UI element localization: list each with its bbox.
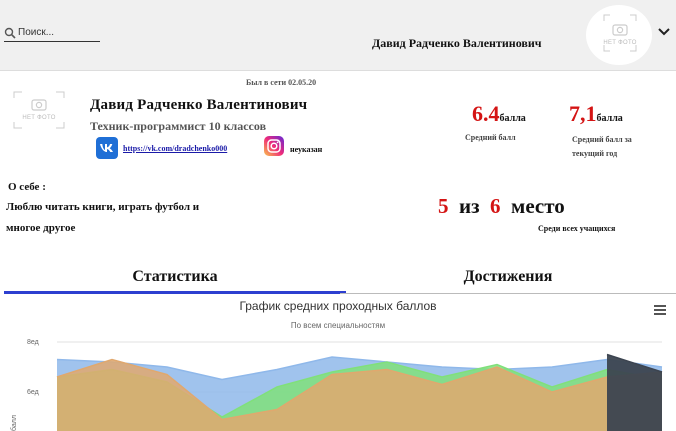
header-avatar[interactable]: НЕТ ФОТО xyxy=(586,5,652,65)
photo-frame-icon xyxy=(603,14,637,52)
search-input[interactable] xyxy=(18,25,98,39)
tab-achievements[interactable]: Достижения xyxy=(340,268,676,286)
chart-menu-icon[interactable] xyxy=(654,305,666,315)
current-year-score: 7,1балла xyxy=(569,101,623,127)
current-score-caption: Средний балл за текущий год xyxy=(572,135,632,158)
average-score: 6.4балла xyxy=(472,101,526,127)
average-score-unit: балла xyxy=(499,113,526,124)
search-box[interactable] xyxy=(4,25,100,42)
profile-name: Давид Радченко Валентинович xyxy=(90,97,308,113)
y-tick-label: 6ед xyxy=(27,389,39,396)
rank-display: 5 из 6 место xyxy=(438,194,565,219)
rank-total: 6 xyxy=(490,194,501,218)
instagram-icon[interactable] xyxy=(264,136,284,156)
header-user-name[interactable]: Давид Радченко Валентинович xyxy=(372,36,542,51)
about-text: Люблю читать книги, играть футбол и мног… xyxy=(6,201,200,234)
top-bar: Давид Радченко Валентинович НЕТ ФОТО xyxy=(0,0,676,71)
vk-profile-link[interactable]: https://vk.com/dradchenko000 xyxy=(123,144,227,153)
y-tick-label: 8ед xyxy=(27,339,39,346)
chart-subtitle: По всем специальностям xyxy=(290,321,386,330)
rank-of-word: из xyxy=(459,194,480,218)
tab-statistics[interactable]: Статистика xyxy=(4,268,346,286)
rank-place-word: место xyxy=(511,194,565,218)
no-photo-placeholder: НЕТ ФОТО xyxy=(602,13,638,53)
y-axis-label: балл xyxy=(10,415,18,431)
tab-divider xyxy=(340,293,676,294)
about-title: О себе : xyxy=(8,181,46,193)
scores-area-chart: 8ед 6ед балл xyxy=(10,339,663,431)
profile-role: Техник-программист 10 классов xyxy=(90,119,267,133)
rank-caption: Среди всех учащихся xyxy=(538,224,616,233)
current-score-unit: балла xyxy=(596,113,623,124)
no-photo-label: НЕТ ФОТО xyxy=(22,115,56,121)
profile-photo: НЕТ ФОТО xyxy=(12,90,66,130)
photo-frame-icon xyxy=(13,91,65,129)
current-score-value: 7,1 xyxy=(569,101,597,126)
search-icon xyxy=(4,27,16,39)
last-seen-status: Был в сети 02.05.20 xyxy=(246,78,317,87)
vk-icon[interactable] xyxy=(96,137,118,159)
active-tab-indicator xyxy=(4,291,346,294)
rank-place: 5 xyxy=(438,194,449,218)
no-photo-label: НЕТ ФОТО xyxy=(603,40,637,46)
chart-container: 8ед 6ед балл График средних проходных балл… xyxy=(0,296,676,431)
instagram-handle: неуказан xyxy=(290,145,323,154)
chevron-down-icon[interactable] xyxy=(657,27,671,37)
chart-title: График средних проходных баллов xyxy=(239,299,437,313)
average-score-value: 6.4 xyxy=(472,101,500,126)
average-score-caption: Средний балл xyxy=(465,133,516,142)
